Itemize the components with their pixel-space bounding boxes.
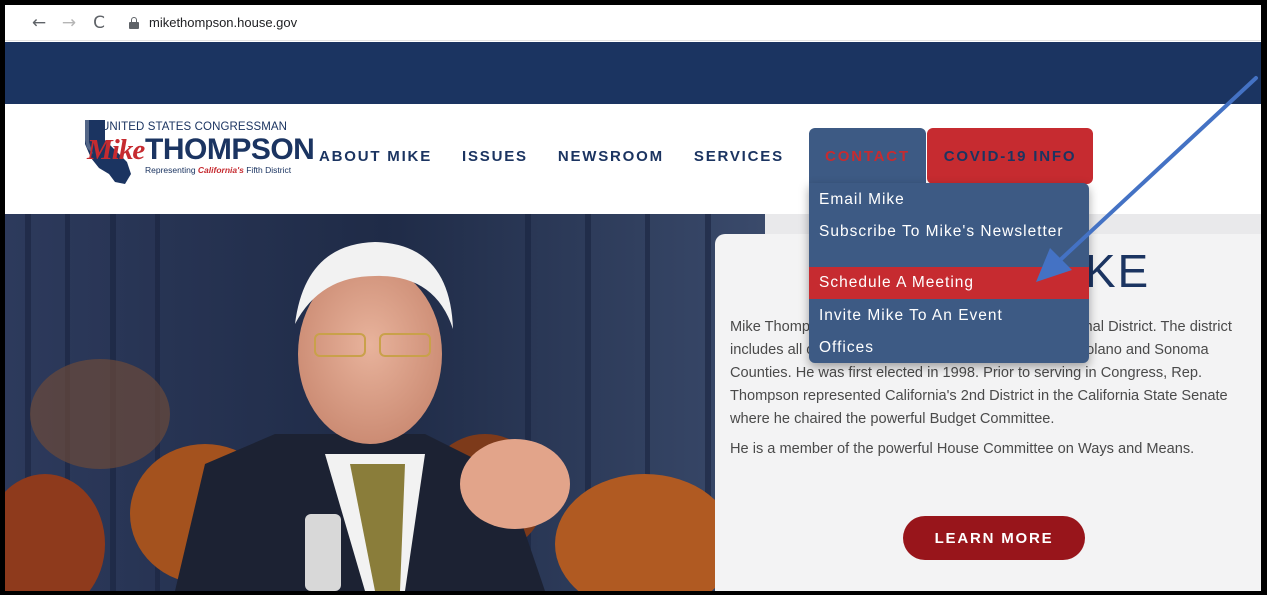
browser-toolbar: ← → C mikethompson.house.gov [5,5,1261,41]
address-bar-url[interactable]: mikethompson.house.gov [149,15,297,30]
forward-icon[interactable]: → [57,13,81,33]
logo-tagline: Representing California's Fifth District [145,165,292,175]
nav-services[interactable]: SERVICES [694,148,784,165]
logo-last-name: THOMPSON [145,133,315,166]
logo-subtitle: UNITED STATES CONGRESSMAN [101,121,288,133]
menu-item-invite-mike[interactable]: Invite Mike To An Event [809,299,1089,333]
learn-more-button[interactable]: LEARN MORE [903,516,1085,560]
nav-newsroom[interactable]: NEWSROOM [558,148,664,165]
logo-first-name: Mike [87,134,145,166]
committee-paragraph: He is a member of the powerful House Com… [730,441,1195,457]
back-icon[interactable]: ← [27,13,51,33]
nav-covid-19-info[interactable]: COVID-19 INFO [927,128,1093,184]
top-banner [5,42,1261,104]
menu-item-email-mike[interactable]: Email Mike [809,183,1089,217]
site-logo[interactable]: UNITED STATES CONGRESSMAN Mike THOMPSON … [79,116,315,184]
reload-icon[interactable]: C [87,13,111,33]
nav-issues[interactable]: ISSUES [462,148,528,165]
menu-item-schedule-meeting[interactable]: Schedule A Meeting [809,267,1089,299]
contact-dropdown-menu: Email Mike Subscribe To Mike's Newslette… [809,183,1089,363]
menu-item-subscribe-newsletter[interactable]: Subscribe To Mike's Newsletter [809,217,1089,267]
congressman-photo [5,214,765,591]
lock-icon[interactable] [129,16,139,29]
menu-item-offices[interactable]: Offices [809,333,1089,363]
nav-contact[interactable]: CONTACT [809,128,926,184]
main-navigation: ABOUT MIKE ISSUES NEWSROOM SERVICES CONT… [319,128,1093,184]
nav-about-mike[interactable]: ABOUT MIKE [319,148,432,165]
